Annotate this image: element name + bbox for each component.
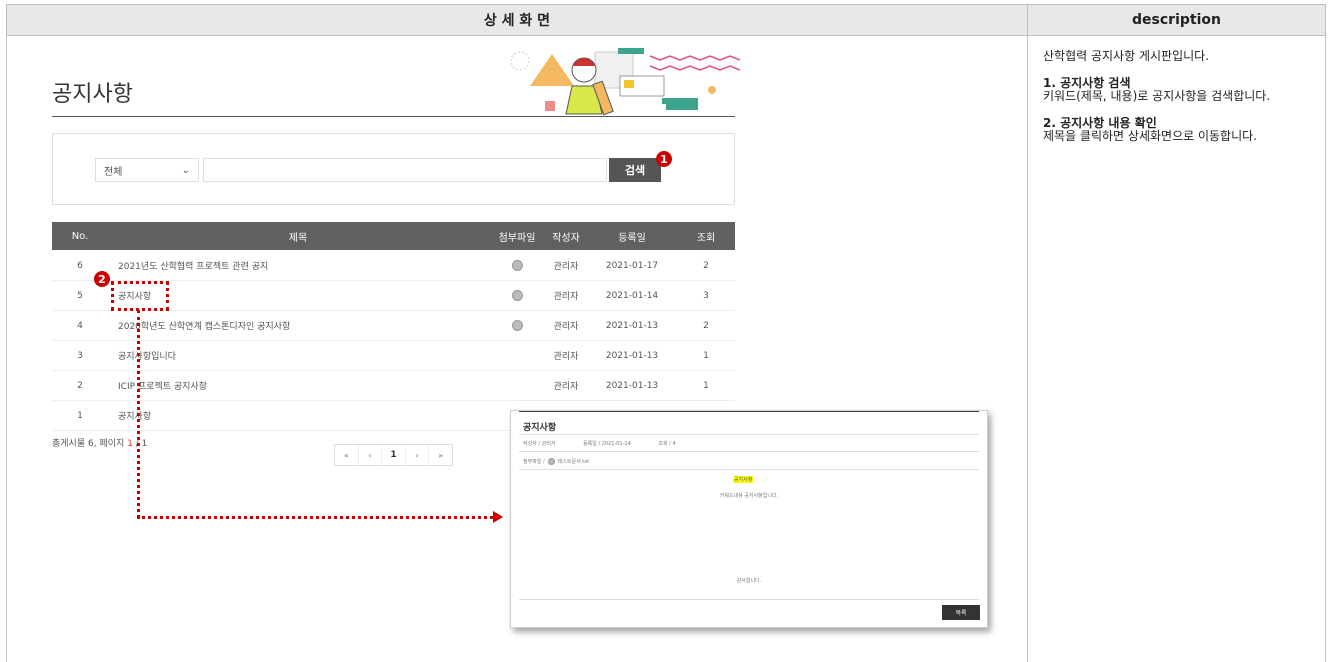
search-category-select[interactable]: 전체 ⌄: [95, 158, 199, 182]
total-count: 총게시물 6, 페이지 1 / 1: [52, 436, 147, 449]
col-views: 조회: [696, 232, 716, 244]
popup-views: 조회 / 4: [658, 441, 676, 447]
description-item-2: 2. 공지사항 내용 확인 제목을 클릭하면 상세화면으로 이동합니다.: [1043, 117, 1305, 143]
chevron-down-icon: ⌄: [181, 164, 190, 176]
popup-divider: [519, 434, 979, 435]
description-intro: 산학협력 공지사항 게시판입니다.: [1043, 49, 1210, 63]
total-prefix: 총게시물 6, 페이지: [52, 439, 128, 449]
popup-body-line-1: 키워드내용 공지사항입니다.: [719, 493, 779, 499]
callout-badge-2: 2: [94, 271, 110, 287]
popup-divider: [519, 469, 979, 470]
row-views: 2: [703, 260, 709, 271]
page-title: 공지사항: [52, 82, 133, 107]
row-no: 4: [77, 320, 83, 331]
last-page-button[interactable]: »: [429, 445, 452, 465]
connector-vertical: [137, 310, 140, 518]
row-no: 1: [77, 410, 83, 421]
table-row[interactable]: 6 2021년도 산학협력 프로젝트 관련 공지 관리자 2021-01-17 …: [52, 251, 735, 281]
list-button[interactable]: 목록: [942, 605, 980, 620]
attachment-icon: [492, 251, 542, 280]
attachment-icon: [547, 458, 555, 465]
attachment-icon: [492, 311, 542, 340]
callout-highlight-box: [111, 281, 169, 311]
col-no: No.: [71, 230, 89, 242]
next-page-button[interactable]: ›: [406, 445, 430, 465]
table-row[interactable]: 2 ICIP 프로젝트 공지사항 관리자 2021-01-13 1: [52, 371, 735, 401]
popup-divider: [519, 451, 979, 452]
table-header: No. 제목 첨부파일 작성자 등록일 조회: [52, 222, 735, 250]
description-item-1: 1. 공지사항 검색 키워드(제목, 내용)로 공지사항을 검색합니다.: [1043, 77, 1305, 103]
row-no: 3: [77, 350, 83, 361]
row-date: 2021-01-13: [605, 320, 659, 331]
row-title-link[interactable]: 2020학년도 산학연계 캡스톤디자인 공지사항: [118, 311, 498, 340]
description-header: description: [1028, 5, 1325, 36]
detail-screen-header: 상 세 화 면: [7, 5, 1028, 36]
popup-highlight-text: 공지사항: [733, 476, 754, 483]
popup-title: 공지사항: [523, 423, 557, 433]
row-author: 관리자: [553, 292, 579, 302]
popup-attachment: 첨부파일 / 테스트문서.txt: [523, 458, 589, 465]
connector-horizontal: [137, 516, 493, 519]
col-title: 제목: [288, 232, 308, 244]
row-views: 3: [703, 290, 709, 301]
popup-date: 등록일 / 2021-01-14: [583, 441, 631, 447]
row-date: 2021-01-14: [605, 290, 659, 301]
notice-detail-preview: 공지사항 작성자 / 관리자 등록일 / 2021-01-14 조회 / 4 첨…: [510, 410, 988, 628]
popup-attachment-label: 첨부파일 /: [523, 459, 545, 465]
row-views: 1: [703, 380, 709, 391]
search-category-value: 전체: [104, 166, 123, 178]
description-item-2-body: 제목을 클릭하면 상세화면으로 이동합니다.: [1043, 129, 1257, 143]
pagination: « ‹ 1 › »: [334, 444, 453, 466]
table-row[interactable]: 4 2020학년도 산학연계 캡스톤디자인 공지사항 관리자 2021-01-1…: [52, 311, 735, 341]
popup-divider: [519, 599, 979, 600]
description-item-1-body: 키워드(제목, 내용)로 공지사항을 검색합니다.: [1043, 89, 1271, 103]
popup-attachment-file[interactable]: 테스트문서.txt: [558, 458, 589, 465]
row-title-link[interactable]: 공지사항: [118, 401, 498, 430]
row-title-link[interactable]: 2021년도 산학협력 프로젝트 관련 공지: [118, 251, 498, 280]
description-panel: 산학협력 공지사항 게시판입니다. 1. 공지사항 검색 키워드(제목, 내용)…: [1043, 50, 1305, 157]
row-author: 관리자: [553, 322, 579, 332]
attachment-icon: [492, 281, 542, 310]
column-divider: [1027, 35, 1028, 662]
search-box: 전체 ⌄ 검색: [52, 133, 735, 205]
row-views: 2: [703, 320, 709, 331]
row-title-link[interactable]: 공지사항입니다: [118, 341, 498, 370]
col-date: 등록일: [618, 232, 646, 244]
row-author: 관리자: [553, 382, 579, 392]
popup-body-line-2: 감사합니다.: [736, 578, 762, 584]
page-1-button[interactable]: 1: [382, 445, 406, 465]
total-suffix: / 1: [132, 439, 148, 449]
search-button[interactable]: 검색: [609, 158, 661, 182]
col-author: 작성자: [552, 232, 580, 244]
row-author: 관리자: [553, 352, 579, 362]
prev-page-button[interactable]: ‹: [359, 445, 383, 465]
popup-top-line: [519, 411, 979, 412]
search-input[interactable]: [203, 158, 607, 182]
popup-meta: 작성자 / 관리자 등록일 / 2021-01-14 조회 / 4: [523, 440, 973, 447]
row-views: 1: [703, 350, 709, 361]
row-title-link[interactable]: ICIP 프로젝트 공지사항: [118, 371, 498, 400]
first-page-button[interactable]: «: [335, 445, 359, 465]
row-date: 2021-01-13: [605, 380, 659, 391]
row-no: 2: [77, 380, 83, 391]
row-date: 2021-01-13: [605, 350, 659, 361]
connector-arrow-icon: [493, 511, 503, 523]
row-author: 관리자: [553, 262, 579, 272]
popup-author: 작성자 / 관리자: [523, 441, 556, 447]
notice-illustration: [510, 48, 740, 116]
table-row[interactable]: 3 공지사항입니다 관리자 2021-01-13 1: [52, 341, 735, 371]
callout-badge-1: 1: [656, 151, 672, 167]
row-title-link[interactable]: 공지사항: [118, 281, 498, 310]
col-attachment: 첨부파일: [498, 232, 536, 244]
row-date: 2021-01-17: [605, 260, 659, 271]
